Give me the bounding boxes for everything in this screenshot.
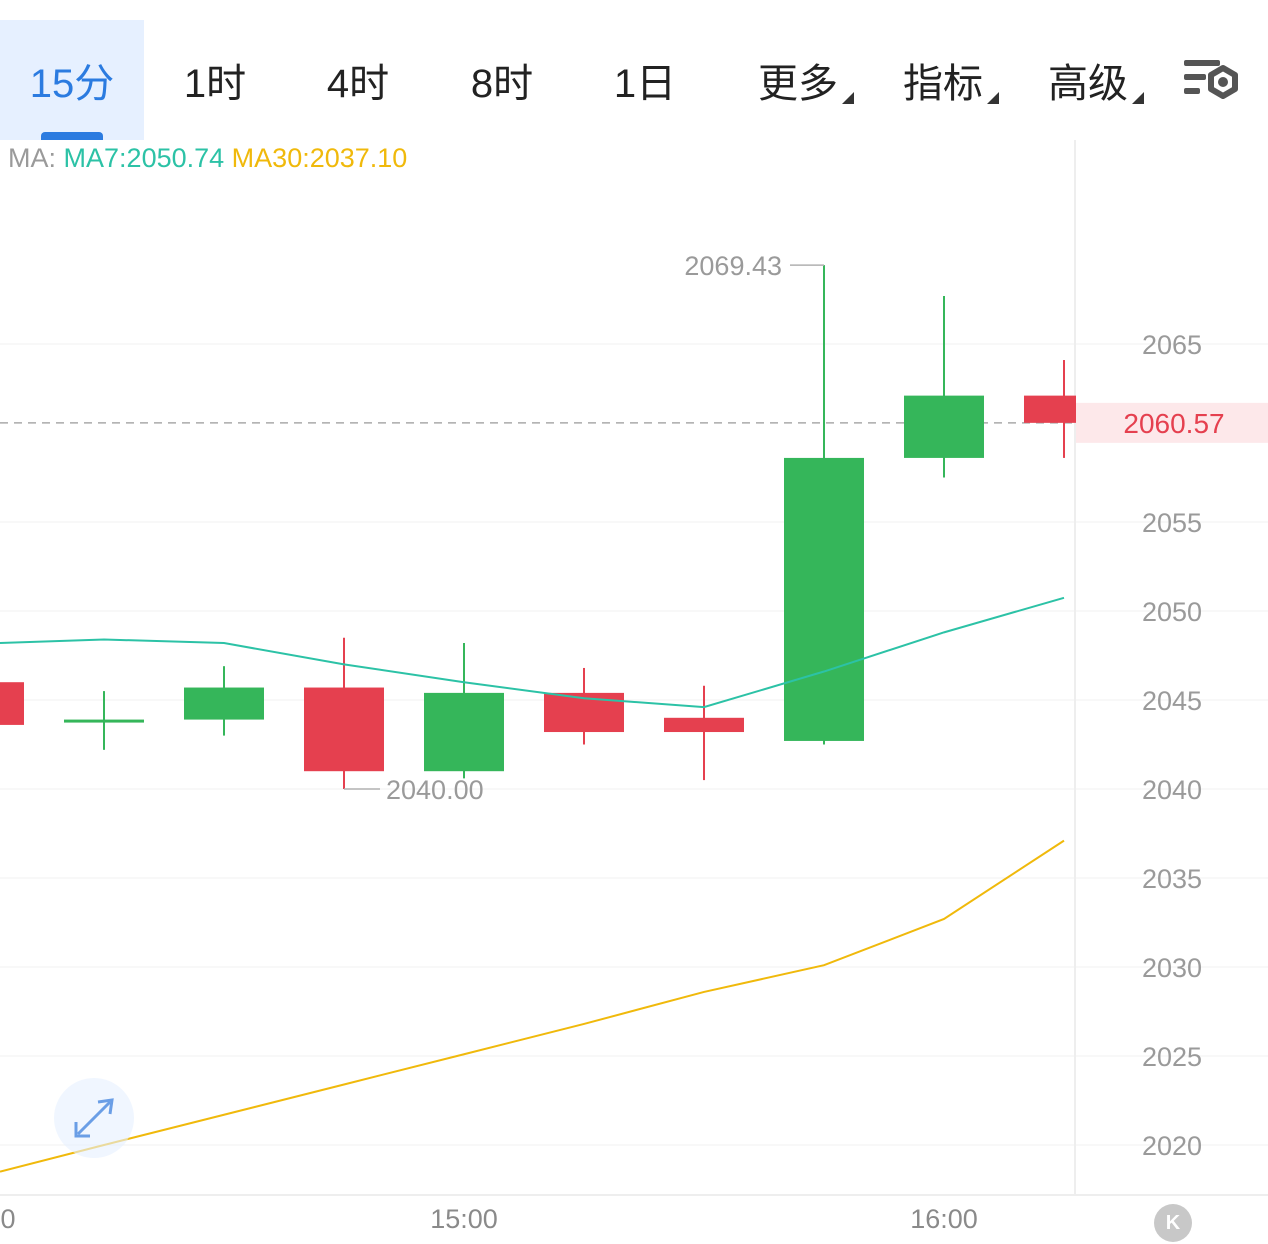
ma7-line: [0, 596, 1065, 709]
rewind-icon: K: [1165, 1211, 1181, 1234]
expand-icon: [74, 1098, 114, 1138]
scroll-to-latest-button[interactable]: K: [1154, 1204, 1192, 1242]
y-tick-label: 2045: [1142, 686, 1202, 716]
y-tick-label: 2040: [1142, 775, 1202, 805]
y-tick-label: 2035: [1142, 864, 1202, 894]
y-tick-label: 2020: [1142, 1131, 1202, 1161]
ma30-line: [0, 839, 1065, 1173]
x-tick-label: 16:00: [910, 1204, 978, 1234]
x-tick-label: 0: [0, 1204, 15, 1234]
y-tick-label: 2030: [1142, 953, 1202, 983]
candle-down: [304, 687, 384, 772]
candle-down: [0, 682, 24, 725]
candle-up: [184, 687, 264, 720]
high-price-label: 2069.43: [684, 251, 782, 281]
candle-down: [1024, 395, 1076, 423]
y-tick-label: 2050: [1142, 597, 1202, 627]
current-price-label: 2060.57: [1123, 408, 1224, 439]
low-price-label: 2040.00: [386, 775, 484, 805]
y-tick-label: 2025: [1142, 1042, 1202, 1072]
y-tick-label: 2055: [1142, 508, 1202, 538]
candle-up: [904, 395, 984, 458]
candlestick-chart[interactable]: 2065 2055 2050 2045 2040 2035 2030 2025 2020 0 15:…: [0, 0, 1268, 1244]
y-tick-label: 2065: [1142, 330, 1202, 360]
candle-up: [424, 692, 504, 772]
candle-down: [664, 717, 744, 733]
candle-up: [64, 719, 144, 723]
candle-up: [784, 457, 864, 741]
fullscreen-button[interactable]: [54, 1078, 134, 1158]
x-tick-label: 15:00: [430, 1204, 498, 1234]
